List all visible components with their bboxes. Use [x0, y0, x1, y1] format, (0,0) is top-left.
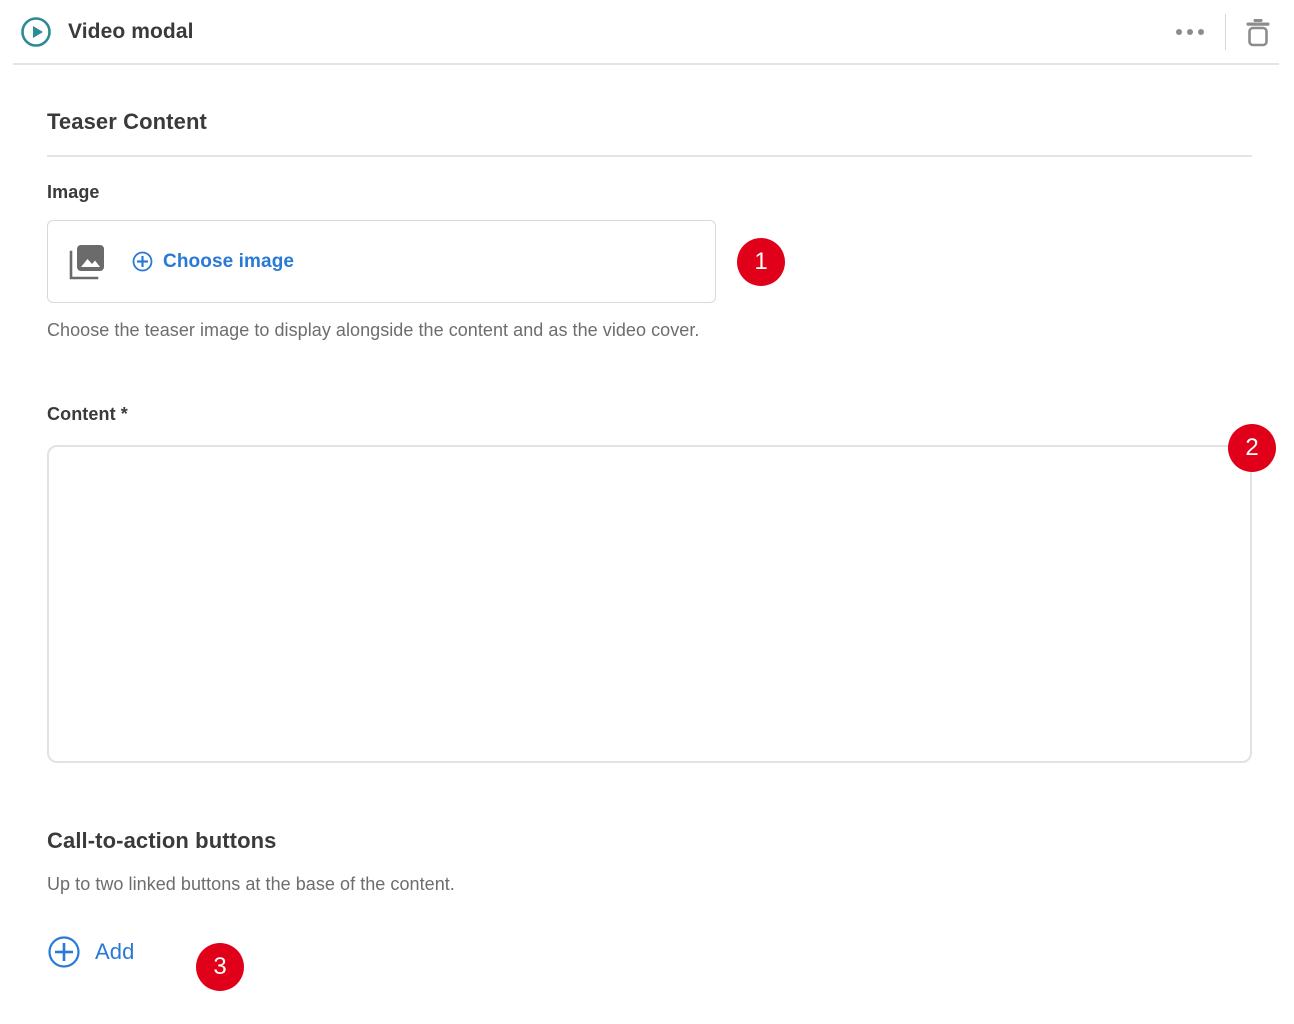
more-dot-1: [1176, 28, 1182, 35]
image-helper-text: Choose the teaser image to display along…: [47, 320, 700, 340]
header-action-divider: [1225, 13, 1226, 50]
panel-header: Video modal: [0, 0, 1294, 63]
add-cta-label: Add: [95, 939, 135, 964]
play-circle-icon: [20, 16, 52, 48]
more-dot-3: [1198, 28, 1204, 35]
choose-image-button[interactable]: Choose image: [132, 251, 294, 273]
cta-section-description: Up to two linked buttons at the base of …: [47, 874, 455, 894]
choose-image-label: Choose image: [163, 250, 295, 272]
page-title: Video modal: [68, 19, 194, 43]
trash-icon[interactable]: [1238, 12, 1278, 52]
more-dot-2: [1187, 28, 1193, 35]
content-field-label: Content *: [47, 404, 128, 424]
more-options-icon[interactable]: [1167, 12, 1213, 52]
annotation-badge-2: 2: [1228, 424, 1276, 472]
header-divider-rule: [13, 63, 1279, 65]
panel-header-actions: [1167, 10, 1278, 54]
annotation-badge-1: 1: [737, 238, 785, 286]
section-title-teaser-content: Teaser Content: [47, 109, 207, 134]
annotation-badge-3: 3: [196, 943, 244, 991]
image-chooser-box[interactable]: Choose image: [47, 220, 716, 303]
image-placeholder-icon: [68, 243, 108, 281]
plus-circle-icon: [132, 251, 153, 272]
section-divider-rule: [47, 155, 1252, 157]
add-cta-button[interactable]: Add: [47, 935, 134, 969]
plus-circle-icon: [47, 935, 81, 969]
image-field-label: Image: [47, 182, 100, 202]
content-textarea[interactable]: [47, 445, 1252, 763]
panel-header-left: Video modal: [20, 16, 194, 48]
cta-section-title: Call-to-action buttons: [47, 828, 277, 853]
